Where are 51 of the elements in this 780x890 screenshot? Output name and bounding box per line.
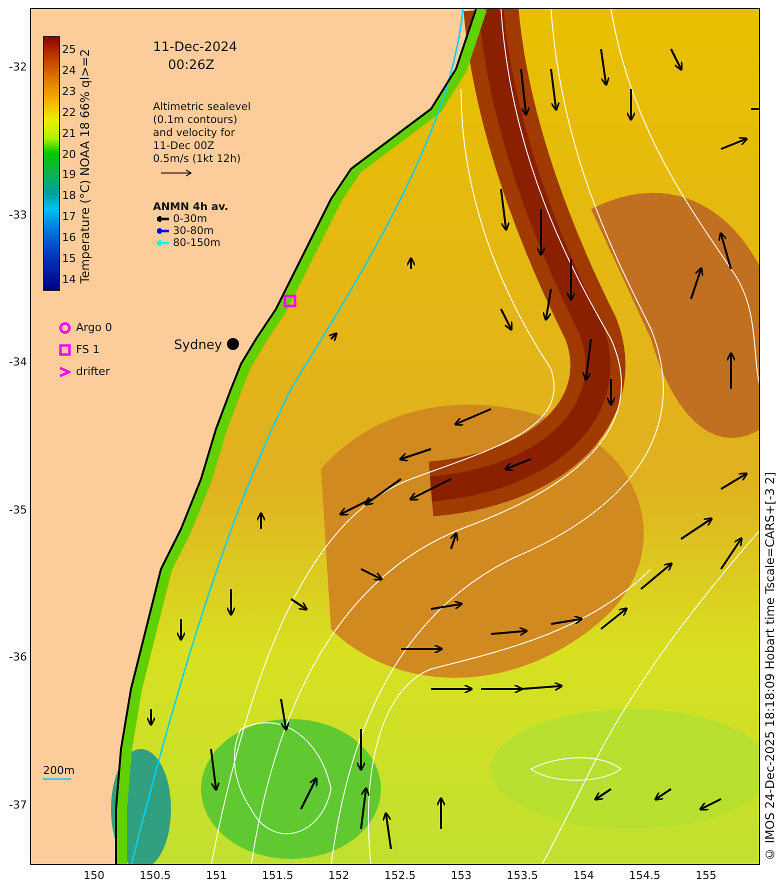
latitude-label: -36 xyxy=(9,650,27,664)
depth-scale-line xyxy=(43,778,71,780)
longitude-label: 150.5 xyxy=(139,869,171,882)
longitude-label: 153.5 xyxy=(506,869,538,882)
latitude-label: -33 xyxy=(9,208,27,221)
longitude-label: 153 xyxy=(450,869,472,882)
latitude-label: -32 xyxy=(9,60,27,74)
time-label: 00:26Z xyxy=(168,58,214,73)
colorbar-label: Temperature (°C) NOAA 18 66% ql>=2 xyxy=(78,49,92,284)
longitude-label: 152 xyxy=(328,869,350,882)
longitude-label: 150 xyxy=(84,869,104,882)
square-marker-icon xyxy=(284,294,296,308)
colorbar-tick-label: 21 xyxy=(62,128,76,139)
legend-text: and velocity for xyxy=(153,127,236,140)
colorbar-tick-label: 16 xyxy=(62,232,76,244)
depth-label: 200m xyxy=(43,764,75,777)
colorbar-tick-label: 19 xyxy=(62,169,76,180)
colorbar-tick-label: 17 xyxy=(62,211,76,222)
legend-text: 11-Dec 00Z xyxy=(153,140,216,153)
credit-text: © IMOS 24-Dec-2025 18:18:09 Hobart time Tscale=CARS+[-3 2] xyxy=(763,472,777,861)
colorbar-tick-label: 22 xyxy=(62,106,76,118)
longitude-label: 154.5 xyxy=(629,869,661,882)
colorbar-tick-label: 20 xyxy=(62,148,76,160)
latitude-label: -35 xyxy=(9,503,27,516)
longitude-label: 152.5 xyxy=(384,869,416,882)
legend-text: Altimetric sealevel xyxy=(153,101,251,114)
latitude-label: -37 xyxy=(9,798,27,811)
legend-label: drifter xyxy=(76,365,110,378)
legend-title: ANMN 4h av. xyxy=(153,201,228,213)
legend-label: 0-30m xyxy=(173,213,208,225)
legend-label: 80-150m xyxy=(173,237,220,249)
colorbar-tick-label: 25 xyxy=(62,44,76,55)
longitude-label: 151 xyxy=(206,869,227,882)
legend-text: 0.5m/s (1kt 12h) xyxy=(153,153,242,166)
colorbar-tick-label: 23 xyxy=(62,86,76,97)
velocity-scale-arrow-icon xyxy=(161,169,193,177)
legend-text: (0.1m contours) xyxy=(153,114,238,127)
longitude-label: 151.5 xyxy=(262,869,294,882)
legend-label: 30-80m xyxy=(173,225,214,237)
longitude-label: 154 xyxy=(573,869,594,882)
colorbar-tick-label: 15 xyxy=(62,253,76,264)
colorbar-tick-label: 18 xyxy=(62,190,76,202)
date-label: 11-Dec-2024 xyxy=(153,40,238,55)
legend-label: FS 1 xyxy=(76,343,100,356)
city-dot-icon xyxy=(227,338,239,350)
city-label: Sydney xyxy=(174,338,222,353)
legend-label: Argo 0 xyxy=(76,321,112,334)
colorbar-tick-label: 24 xyxy=(62,64,76,76)
colorbar-tick-label: 14 xyxy=(62,274,76,285)
latitude-label: -34 xyxy=(9,356,27,368)
longitude-label: 155 xyxy=(696,869,716,882)
